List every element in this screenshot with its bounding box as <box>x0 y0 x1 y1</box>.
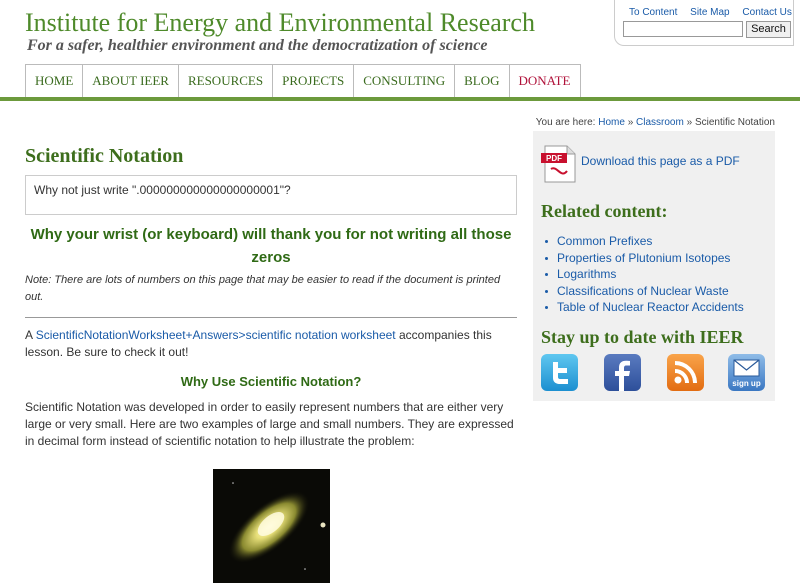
related-item[interactable]: Logarithms <box>541 266 744 283</box>
related-heading: Related content: <box>541 201 668 221</box>
to-content-link[interactable]: To Content <box>629 7 677 18</box>
sidebar: PDF Download this page as a PDF Related … <box>533 131 775 401</box>
content-divider <box>25 317 517 318</box>
site-tagline: For a safer, healthier environment and t… <box>27 37 488 54</box>
nav-resources[interactable]: RESOURCES <box>177 64 273 97</box>
nav-consulting[interactable]: CONSULTING <box>353 64 455 97</box>
section-heading: Why Use Scientific Notation? <box>180 374 362 389</box>
related-item[interactable]: Classifications of Nuclear Waste <box>541 283 744 300</box>
breadcrumb-sep: » <box>627 117 634 128</box>
search-input[interactable] <box>623 21 743 37</box>
print-note: Note: There are lots of numbers on this … <box>25 274 501 303</box>
galaxy-image <box>213 469 330 583</box>
intro-quote-box: Why not just write ".0000000000000000000… <box>25 175 517 215</box>
nav-projects[interactable]: PROJECTS <box>272 64 354 97</box>
pdf-icon-label: PDF <box>546 154 562 163</box>
site-map-link[interactable]: Site Map <box>690 7 729 18</box>
breadcrumb-sep: » <box>686 117 693 128</box>
site-header: Institute for Energy and Environmental R… <box>0 0 800 100</box>
site-title[interactable]: Institute for Energy and Environmental R… <box>25 8 535 38</box>
breadcrumb-home[interactable]: Home <box>598 117 625 128</box>
utility-box: To Content Site Map Contact Us Search <box>614 0 794 46</box>
breadcrumb: You are here: Home » Classroom » Scienti… <box>536 117 775 128</box>
pdf-download-link[interactable]: Download this page as a PDF <box>581 154 740 168</box>
nav-blog[interactable]: BLOG <box>454 64 509 97</box>
page-title: Scientific Notation <box>25 145 184 167</box>
nav-home[interactable]: HOME <box>25 64 83 97</box>
stay-updated-heading: Stay up to date with IEER <box>541 327 744 347</box>
utility-links: To Content Site Map Contact Us <box>629 7 800 18</box>
worksheet-paragraph: A ScientificNotationWorksheet+Answers>sc… <box>25 327 517 361</box>
header-divider <box>0 97 800 101</box>
nav-about[interactable]: ABOUT IEER <box>82 64 178 97</box>
related-item[interactable]: Properties of Plutonium Isotopes <box>541 250 744 267</box>
breadcrumb-classroom[interactable]: Classroom <box>636 117 684 128</box>
nav-donate[interactable]: DONATE <box>508 64 581 97</box>
twitter-icon[interactable] <box>541 354 578 391</box>
related-item[interactable]: Table of Nuclear Reactor Accidents <box>541 299 744 316</box>
related-item[interactable]: Common Prefixes <box>541 233 744 250</box>
contact-us-link[interactable]: Contact Us <box>742 7 791 18</box>
body-paragraph: Scientific Notation was developed in ord… <box>25 400 514 448</box>
worksheet-prefix: A <box>25 328 33 342</box>
breadcrumb-prefix: You are here: <box>535 117 596 128</box>
breadcrumb-current: Scientific Notation <box>694 117 775 128</box>
rss-icon[interactable] <box>667 354 704 391</box>
facebook-icon[interactable] <box>604 354 641 391</box>
email-signup-icon[interactable]: sign up <box>728 354 765 391</box>
pdf-icon[interactable]: PDF <box>541 145 577 183</box>
main-nav: HOME ABOUT IEER RESOURCES PROJECTS CONSU… <box>25 64 581 97</box>
search-button[interactable]: Search <box>746 21 791 38</box>
related-list: Common Prefixes Properties of Plutonium … <box>541 233 744 316</box>
subheading: Why your wrist (or keyboard) will thank … <box>30 226 512 266</box>
signup-label: sign up <box>732 379 761 388</box>
worksheet-link[interactable]: ScientificNotationWorksheet+Answers>scie… <box>36 328 396 342</box>
